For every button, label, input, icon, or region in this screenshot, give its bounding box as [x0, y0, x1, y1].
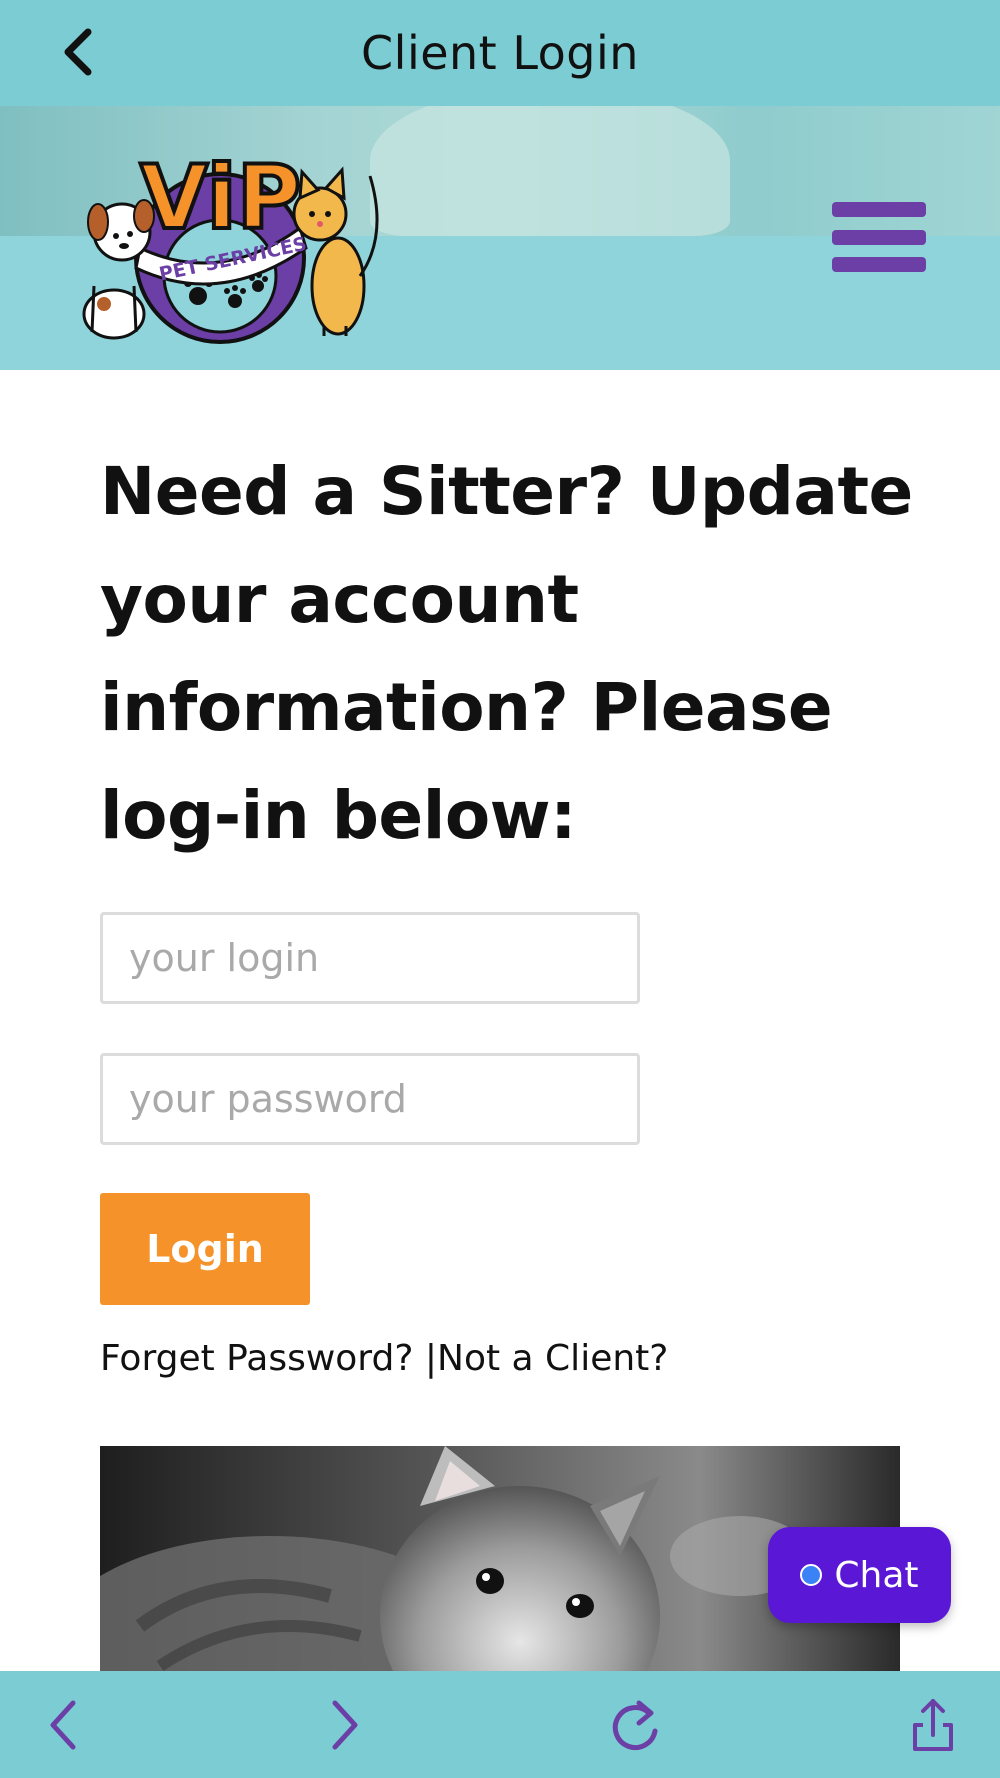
logo-text-vip: ViP [140, 146, 301, 249]
vip-pet-services-logo[interactable]: ViP PET SERVICES [70, 136, 390, 346]
hamburger-menu-icon [832, 202, 926, 217]
reload-icon [612, 1700, 658, 1751]
login-button[interactable]: Login [100, 1193, 310, 1305]
chat-button[interactable]: Chat [768, 1527, 951, 1623]
reload-button[interactable] [602, 1693, 672, 1757]
share-button[interactable] [898, 1693, 968, 1757]
back-button[interactable] [48, 22, 108, 82]
top-app-bar: Client Login [0, 0, 1000, 106]
login-section: Need a Sitter? Update your account infor… [100, 440, 920, 1379]
not-a-client-link[interactable]: Not a Client? [437, 1338, 668, 1379]
forgot-password-link[interactable]: Forget Password? [100, 1338, 413, 1379]
chevron-right-icon [332, 1700, 358, 1750]
chat-status-dot-icon [800, 1564, 823, 1586]
browser-forward-button[interactable] [310, 1693, 380, 1757]
password-input[interactable] [100, 1053, 640, 1145]
chat-label: Chat [834, 1554, 919, 1596]
logo-graphic: ViP PET SERVICES [82, 144, 379, 344]
hamburger-menu-icon-bar [832, 229, 926, 245]
page-title: Client Login [361, 26, 639, 80]
header-background-figure [370, 106, 730, 236]
site-header: ViP PET SERVICES [0, 106, 1000, 370]
chevron-left-icon [64, 28, 92, 76]
link-separator: | [424, 1338, 438, 1379]
login-input[interactable] [100, 912, 640, 1004]
chevron-left-icon [50, 1700, 76, 1750]
share-icon [913, 1699, 953, 1751]
browser-toolbar [0, 1671, 1000, 1778]
hamburger-menu-button[interactable] [828, 194, 928, 280]
page: Client Login ViP PET SERVICES Need a Sit… [0, 0, 1000, 1778]
browser-back-button[interactable] [28, 1693, 98, 1757]
login-heading: Need a Sitter? Update your account infor… [100, 453, 913, 854]
account-links: Forget Password? |Not a Client? [100, 1338, 668, 1379]
hamburger-menu-icon-bar [832, 257, 926, 272]
